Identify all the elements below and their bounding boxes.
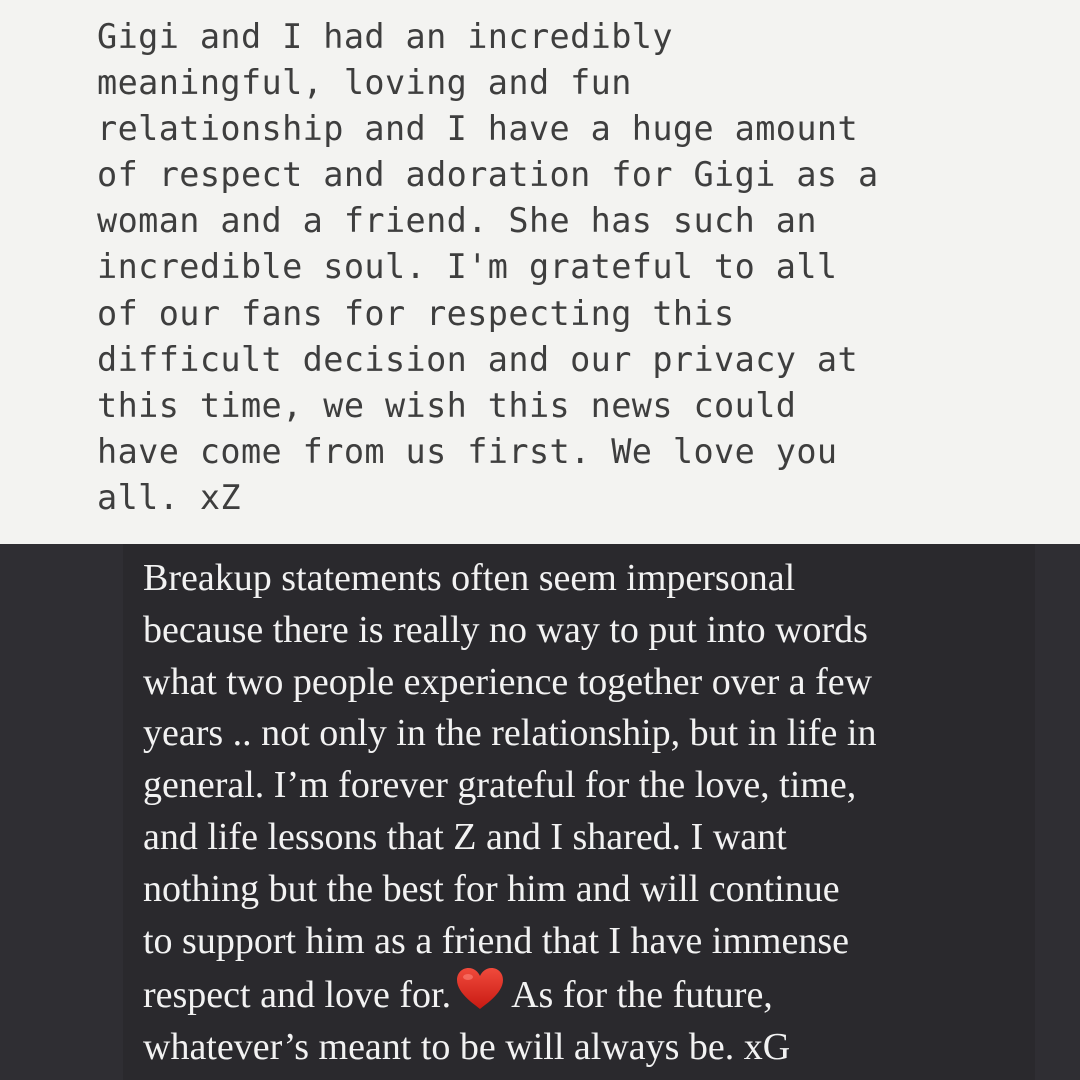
statement-line: relationship and I have a huge amount: [97, 109, 859, 149]
statement-line: Breakup statements often seem impersonal: [143, 557, 796, 599]
statement-line: nothing but the best for him and will co…: [143, 867, 840, 910]
red-heart-icon: [457, 968, 504, 1010]
statement-line: of respect and adoration for Gigi as a: [97, 155, 879, 195]
statement-collage: Gigi and I had an incredibly meaningful,…: [0, 0, 1080, 1080]
statement-line: general. I’m forever grateful for the lo…: [143, 764, 857, 807]
gigi-statement-text: Breakup statements often seem impersonal…: [143, 553, 1063, 1074]
statement-line: all. xZ: [97, 477, 241, 517]
statement-line: because there is really no way to put in…: [143, 608, 868, 651]
statement-line: what two people experience together over…: [143, 660, 873, 703]
statement-line: and life lessons that Z and I shared. I …: [143, 815, 787, 858]
statement-line: As for the future,: [511, 974, 773, 1017]
statement-line: Gigi and I had an incredibly: [97, 17, 673, 56]
statement-line: whatever’s meant to be will always be. x…: [143, 1026, 791, 1069]
statement-line: of our fans for respecting this: [97, 293, 735, 333]
statement-line: have come from us first. We love you: [97, 431, 838, 471]
statement-line: woman and a friend. She has such an: [97, 201, 817, 241]
statement-line: difficult decision and our privacy at: [97, 339, 859, 379]
statement-line: this time, we wish this news could: [97, 385, 797, 425]
statement-line: to support him as a friend that I have i…: [143, 919, 849, 962]
statement-line: respect and love for.: [143, 974, 452, 1017]
zayn-statement-text: Gigi and I had an incredibly meaningful,…: [97, 14, 1057, 521]
statement-line: years .. not only in the relationship, b…: [143, 712, 877, 755]
statement-line: incredible soul. I'm grateful to all: [97, 247, 838, 287]
statement-line: meaningful, loving and fun: [97, 63, 632, 103]
